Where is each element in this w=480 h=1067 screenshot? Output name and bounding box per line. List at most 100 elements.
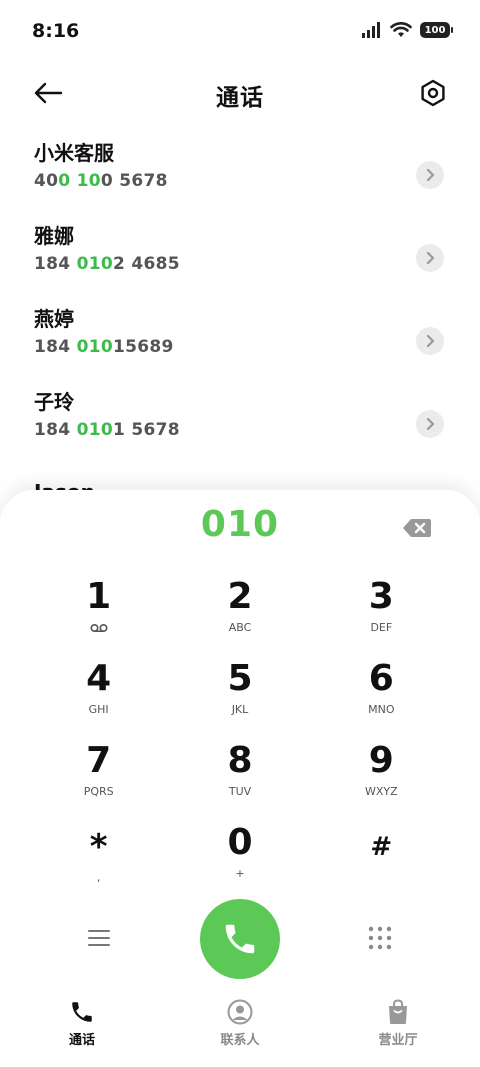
tab-calls[interactable]: 通话: [22, 999, 142, 1048]
settings-button[interactable]: [416, 76, 450, 110]
contact-item[interactable]: 燕婷 184 01015689: [0, 306, 480, 389]
chevron-right-icon: [426, 418, 435, 430]
key-digit: 3: [368, 576, 394, 617]
key-8[interactable]: 8 TUV: [169, 739, 310, 821]
key-2[interactable]: 2 ABC: [169, 575, 310, 657]
dialer-actions: [0, 898, 480, 980]
number-part: 15689: [113, 337, 174, 357]
key-star[interactable]: * ,: [28, 821, 169, 903]
key-4[interactable]: 4 GHI: [28, 657, 169, 739]
chevron-right-icon: [426, 335, 435, 347]
key-letters: ABC: [228, 621, 252, 634]
shopping-bag-icon: [389, 999, 407, 1024]
key-5[interactable]: 5 JKL: [169, 657, 310, 739]
contact-number: 184 01015689: [34, 335, 480, 359]
key-hash[interactable]: #: [311, 821, 452, 903]
keypad: 1 2 ABC 3 DEF 4 GHI 5 JKL 6 MNO 7 PQRS 8…: [28, 575, 452, 903]
settings-hexagon-icon: [421, 79, 445, 107]
status-icons: 100: [362, 22, 453, 38]
key-0[interactable]: 0 +: [169, 821, 310, 903]
key-digit: *: [89, 827, 108, 867]
number-part: 1 5678: [113, 420, 180, 440]
header: 通话: [0, 70, 480, 116]
key-digit: 5: [227, 658, 253, 699]
tab-service-hall[interactable]: 营业厅: [338, 999, 458, 1048]
bottom-tab-bar: 通话 联系人 营业厅: [0, 989, 480, 1067]
number-part: 0 5678: [100, 171, 168, 191]
tab-label: 联系人: [220, 1033, 260, 1048]
key-9[interactable]: 9 WXYZ: [311, 739, 452, 821]
number-part: 40: [34, 171, 59, 191]
contact-detail-button[interactable]: [416, 410, 444, 438]
key-letters: JKL: [231, 703, 249, 716]
contact-detail-button[interactable]: [416, 161, 444, 189]
menu-icon: [88, 930, 110, 946]
key-letters: GHI: [88, 703, 109, 716]
number-match: 0: [58, 171, 71, 191]
contact-name: 燕婷: [34, 307, 74, 331]
number-match: 10: [76, 171, 101, 191]
key-digit: 8: [227, 740, 253, 781]
status-bar: 8:16 100: [0, 0, 480, 62]
key-letters: +: [235, 867, 245, 880]
key-digit: 0: [227, 822, 253, 863]
battery-indicator: 100: [420, 22, 453, 38]
phone-icon: [225, 924, 255, 954]
contact-name: 小米客服: [34, 141, 114, 165]
key-digit: 6: [368, 658, 394, 699]
contact-number: 400 100 5678: [34, 169, 480, 193]
key-letters: MNO: [368, 703, 395, 716]
key-digit: 2: [227, 576, 253, 617]
key-1[interactable]: 1: [28, 575, 169, 657]
number-part: 2 4685: [113, 254, 180, 274]
dialer-panel: 010 1 2 ABC 3 DEF 4 GHI 5 JKL 6 MNO 7 PQ…: [0, 490, 480, 1067]
keypad-toggle-button[interactable]: [368, 926, 392, 950]
key-letters: ,: [96, 871, 101, 884]
number-part: 184: [34, 420, 77, 440]
tab-label: 通话: [68, 1033, 95, 1048]
contact-number: 184 0102 4685: [34, 252, 480, 276]
menu-button[interactable]: [88, 929, 110, 947]
key-letters: WXYZ: [364, 785, 398, 798]
contact-number: 184 0101 5678: [34, 418, 480, 442]
contact-name: 雅娜: [34, 224, 74, 248]
key-letters: TUV: [228, 785, 252, 798]
key-3[interactable]: 3 DEF: [311, 575, 452, 657]
key-letters: DEF: [370, 621, 393, 634]
contact-item[interactable]: 雅娜 184 0102 4685: [0, 223, 480, 306]
signal-icon: [362, 22, 380, 38]
key-digit: 4: [86, 658, 112, 699]
backspace-button[interactable]: [402, 518, 432, 538]
number-part: 184: [34, 337, 77, 357]
number-match: 010: [76, 254, 113, 274]
call-button[interactable]: [200, 899, 280, 979]
battery-level: 100: [424, 24, 446, 36]
wifi-icon: [390, 22, 412, 37]
number-match: 010: [76, 337, 113, 357]
contact-name: 子玲: [34, 390, 74, 414]
phone-icon: [72, 1002, 92, 1022]
key-digit: 9: [368, 740, 394, 781]
status-time: 8:16: [32, 20, 80, 42]
dialpad-icon: [368, 926, 392, 950]
key-letters: PQRS: [83, 785, 114, 798]
contact-item[interactable]: 子玲 184 0101 5678: [0, 389, 480, 472]
backspace-icon: [403, 519, 431, 537]
contact-item[interactable]: 小米客服 400 100 5678: [0, 140, 480, 223]
chevron-right-icon: [426, 252, 435, 264]
key-7[interactable]: 7 PQRS: [28, 739, 169, 821]
key-digit: #: [370, 832, 393, 862]
key-digit: 1: [86, 576, 112, 617]
contact-detail-button[interactable]: [416, 327, 444, 355]
key-6[interactable]: 6 MNO: [311, 657, 452, 739]
contact-detail-button[interactable]: [416, 244, 444, 272]
key-digit: 7: [86, 740, 112, 781]
number-part: 184: [34, 254, 77, 274]
voicemail-icon: [90, 623, 108, 633]
tab-label: 营业厅: [378, 1033, 418, 1048]
page-title: 通话: [216, 85, 264, 111]
tab-contacts[interactable]: 联系人: [180, 999, 300, 1048]
chevron-right-icon: [426, 169, 435, 181]
contact-icon: [227, 999, 253, 1025]
contact-results-list: 小米客服 400 100 5678 雅娜 184 0102 4685 燕婷 18…: [0, 140, 480, 472]
